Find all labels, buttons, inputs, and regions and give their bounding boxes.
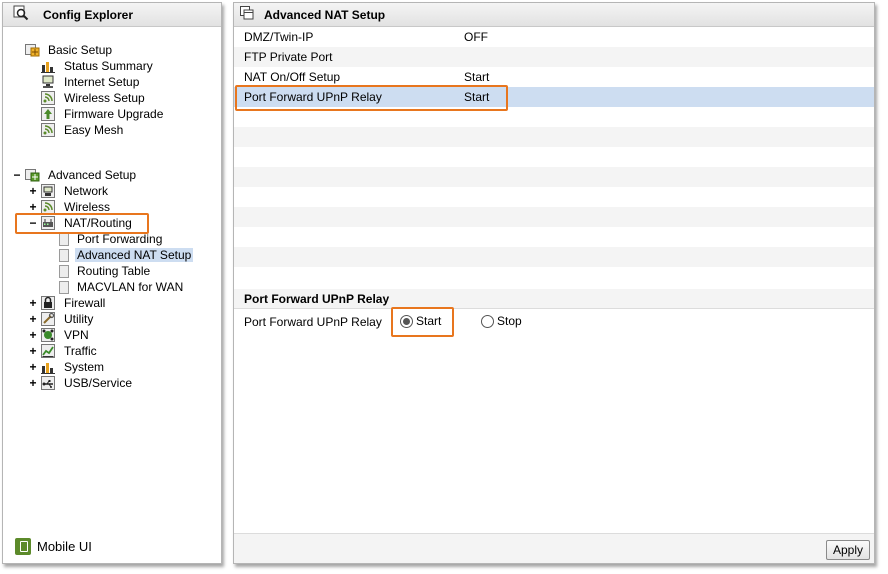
explorer-search-icon (13, 5, 29, 24)
empty-row (234, 147, 874, 167)
system-chart-icon (41, 360, 56, 374)
tree-item-wireless-setup[interactable]: Wireless Setup (41, 90, 147, 106)
upnp-section-title: Port Forward UPnP Relay (234, 289, 874, 309)
tree-item-system[interactable]: + System (27, 359, 106, 375)
tree-item-traffic[interactable]: + Traffic (27, 343, 99, 359)
folder-plus-icon (25, 168, 40, 182)
tree-item-macvlan-for-wan[interactable]: MACVLAN for WAN (59, 279, 185, 295)
computer-icon (41, 75, 56, 89)
page-icon (59, 280, 69, 294)
row-name: FTP Private Port (244, 50, 333, 64)
upnp-relay-field: Port Forward UPnP Relay (244, 312, 382, 332)
mobile-ui-link[interactable]: Mobile UI (15, 538, 92, 555)
footer-bar: Apply (234, 533, 874, 563)
advanced-nat-header: Advanced NAT Setup (234, 3, 874, 27)
table-row-dmz[interactable]: DMZ/Twin-IP OFF (234, 27, 874, 47)
page-icon (59, 232, 69, 246)
wireless-signal-icon (41, 91, 56, 105)
expand-toggle[interactable]: + (27, 328, 39, 342)
row-name: NAT On/Off Setup (244, 70, 341, 84)
mobile-ui-label: Mobile UI (37, 539, 92, 554)
page-icon (59, 264, 69, 278)
row-name: DMZ/Twin-IP (244, 30, 314, 44)
radio-stop[interactable]: Stop (481, 314, 522, 328)
tree-item-firmware-upgrade[interactable]: Firmware Upgrade (41, 106, 165, 122)
config-explorer-header: Config Explorer (3, 3, 221, 27)
tree-item-usb-service[interactable]: + USB/Service (27, 375, 134, 391)
tree-item-basic-setup[interactable]: Basic Setup (25, 42, 114, 58)
advanced-nat-title: Advanced NAT Setup (264, 7, 386, 22)
tree-item-firewall[interactable]: + Firewall (27, 295, 107, 311)
expand-toggle[interactable]: + (27, 184, 39, 198)
tools-icon (41, 312, 56, 326)
start-radio-callout (391, 307, 454, 337)
radio-button[interactable] (481, 314, 494, 328)
tree-item-advanced-setup[interactable]: − Advanced Setup (11, 167, 138, 183)
expand-toggle[interactable]: + (27, 376, 39, 390)
radio-stop-label: Stop (497, 314, 522, 328)
bar-chart-icon (41, 59, 56, 73)
expand-toggle[interactable]: + (27, 344, 39, 358)
network-icon (41, 184, 56, 198)
mesh-signal-icon (41, 123, 56, 137)
page-icon (59, 248, 69, 262)
tree-item-network[interactable]: + Network (27, 183, 110, 199)
tree-item-utility[interactable]: + Utility (27, 311, 95, 327)
upnp-field-label: Port Forward UPnP Relay (244, 315, 382, 329)
apply-button[interactable]: Apply (825, 540, 870, 560)
table-row-ftp-private-port[interactable]: FTP Private Port (234, 47, 874, 67)
row-value: OFF (464, 30, 488, 44)
config-explorer-panel: Config Explorer Basic Setup Status Summa… (2, 2, 222, 564)
lock-icon (41, 296, 56, 310)
upnp-row-callout (235, 85, 508, 111)
tree-item-vpn[interactable]: + VPN (27, 327, 91, 343)
nat-routing-callout (15, 213, 149, 234)
tree-item-advanced-nat-setup[interactable]: Advanced NAT Setup (59, 247, 194, 263)
upgrade-arrow-icon (41, 107, 56, 121)
usb-icon (41, 376, 56, 390)
config-explorer-title: Config Explorer (43, 7, 134, 22)
empty-row (234, 267, 874, 287)
empty-row (234, 247, 874, 267)
tree-item-routing-table[interactable]: Routing Table (59, 263, 152, 279)
folder-config-icon (25, 43, 40, 57)
empty-row (234, 127, 874, 147)
advanced-nat-panel: Advanced NAT Setup DMZ/Twin-IP OFF FTP P… (233, 2, 875, 564)
tree-item-status-summary[interactable]: Status Summary (41, 58, 155, 74)
expand-toggle[interactable]: + (27, 360, 39, 374)
empty-row (234, 227, 874, 247)
traffic-graph-icon (41, 344, 56, 358)
expand-toggle[interactable]: + (27, 296, 39, 310)
collapse-toggle[interactable]: − (11, 168, 23, 182)
row-value: Start (464, 70, 490, 84)
mobile-phone-icon (15, 538, 31, 555)
expand-toggle[interactable]: + (27, 200, 39, 214)
empty-row (234, 167, 874, 187)
empty-row (234, 207, 874, 227)
vpn-network-icon (41, 328, 56, 342)
window-stack-icon (240, 6, 254, 23)
tree-item-internet-setup[interactable]: Internet Setup (41, 74, 141, 90)
expand-toggle[interactable]: + (27, 312, 39, 326)
wireless-signal-icon (41, 200, 56, 214)
empty-row (234, 187, 874, 207)
table-row-nat-onoff[interactable]: NAT On/Off Setup Start (234, 67, 874, 87)
tree-item-easy-mesh[interactable]: Easy Mesh (41, 122, 125, 138)
